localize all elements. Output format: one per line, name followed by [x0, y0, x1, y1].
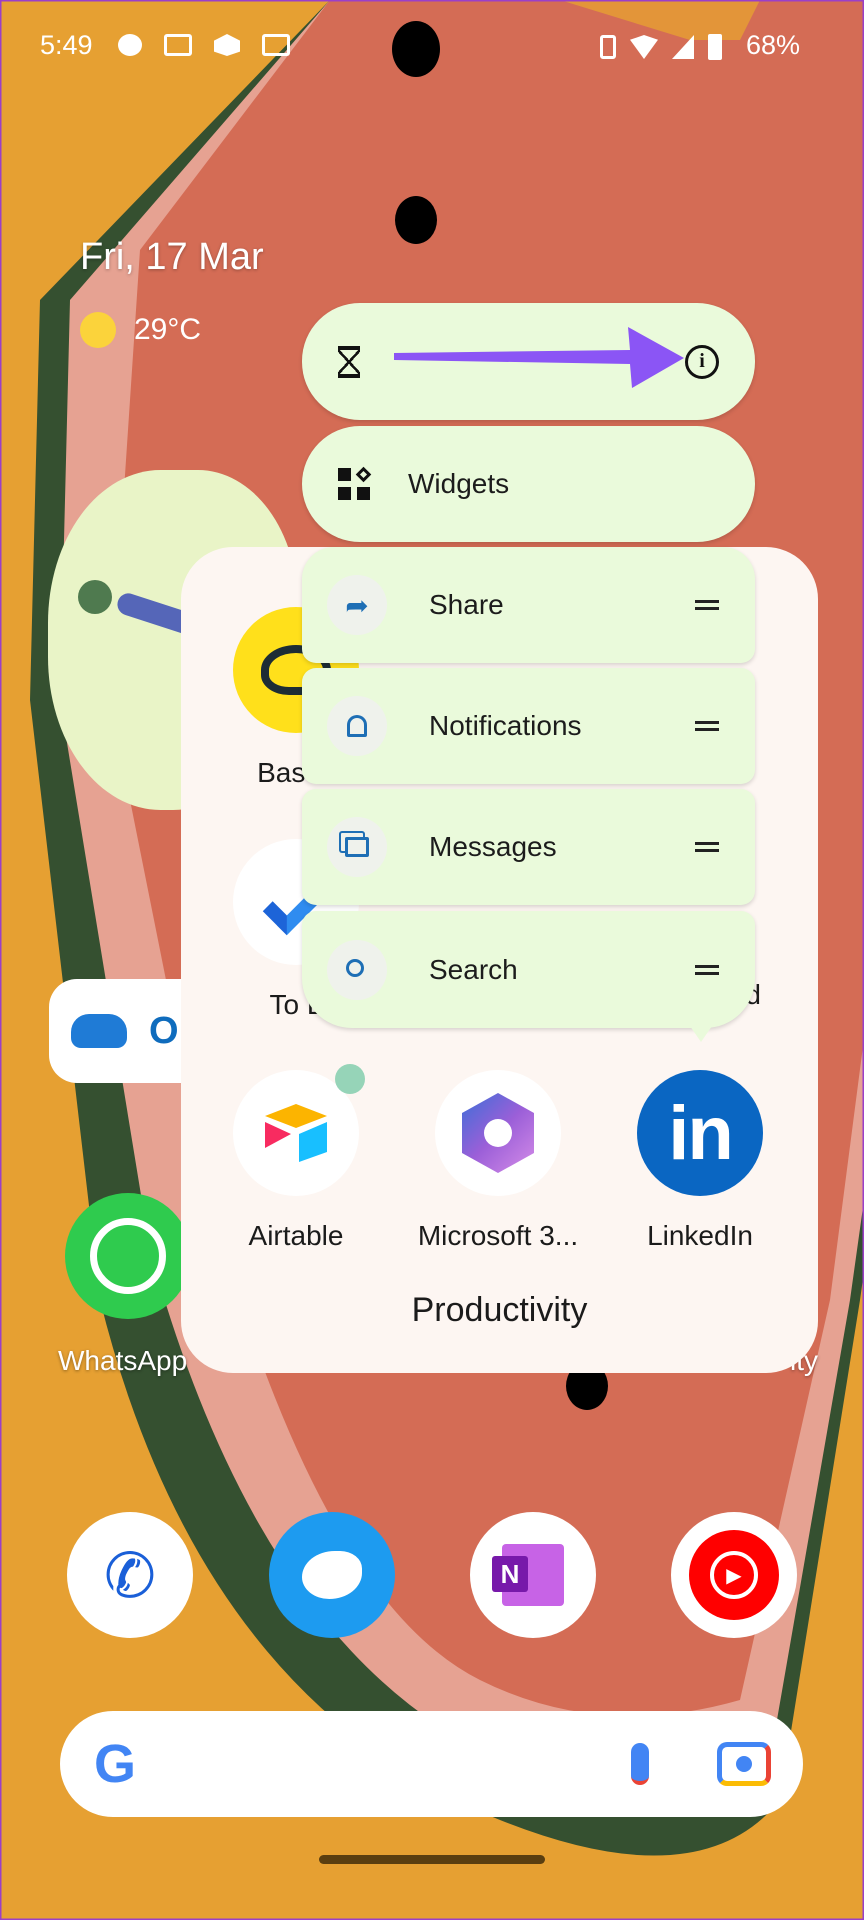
weather[interactable]: 29°C	[80, 312, 201, 348]
lens-camera-icon[interactable]	[717, 1742, 771, 1786]
app-airtable[interactable]: Airtable	[206, 1064, 386, 1252]
google-search-bar[interactable]: G	[60, 1711, 803, 1817]
app-microsoft-365[interactable]: Microsoft 3...	[408, 1070, 588, 1252]
search-icon	[327, 939, 387, 1000]
airtable-icon	[214, 34, 240, 56]
vibrate-icon	[600, 35, 616, 59]
app-label: Microsoft 3...	[417, 1220, 579, 1251]
widgets-label: Widgets	[408, 468, 510, 499]
shortcut-share[interactable]: ➦ Share	[302, 547, 755, 663]
app-label: Airtable	[248, 1220, 344, 1251]
outlook-icon	[164, 34, 192, 56]
system-icons	[600, 34, 722, 60]
app-label: LinkedIn	[647, 1220, 753, 1251]
new-badge	[335, 1064, 365, 1094]
status-time: 5:49	[40, 30, 93, 60]
notification-icons	[118, 34, 290, 56]
dock-youtube-music[interactable]: ▶	[671, 1512, 797, 1638]
battery-icon	[708, 34, 722, 60]
shortcut-label: Search	[429, 953, 518, 985]
whatsapp-icon	[90, 1218, 166, 1294]
dock-twitter[interactable]	[269, 1512, 395, 1638]
shortcut-label: Notifications	[429, 710, 582, 741]
clock-dot	[78, 580, 112, 614]
sun-icon	[80, 312, 116, 348]
shortcut-notifications[interactable]: Notifications	[302, 668, 755, 784]
onenote-icon: N	[492, 1544, 564, 1606]
drag-handle-icon[interactable]	[695, 842, 719, 852]
drag-handle-icon[interactable]	[695, 964, 719, 975]
shortcut-label: Share	[429, 589, 504, 620]
drag-handle-icon[interactable]	[695, 721, 719, 731]
phone-icon: ✆	[104, 1541, 156, 1611]
share-icon: ➦	[327, 575, 387, 635]
app-linkedin[interactable]: in LinkedIn	[610, 1070, 790, 1252]
shortcut-search[interactable]: Search	[302, 911, 755, 1028]
shortcut-label: Messages	[429, 831, 557, 862]
linkedin-icon: in	[637, 1070, 763, 1196]
chat-bubble-icon	[118, 34, 142, 56]
seed	[395, 196, 437, 244]
onedrive-label: O	[149, 1009, 179, 1052]
temperature: 29°C	[134, 313, 202, 346]
wifi-icon	[630, 35, 658, 59]
whatsapp-label: WhatsApp	[58, 1345, 188, 1376]
signal-icon	[672, 35, 694, 59]
seed	[392, 21, 440, 77]
airtable-icon	[233, 1064, 365, 1196]
microsoft-365-icon	[435, 1070, 561, 1196]
outlook-icon	[262, 34, 290, 56]
annotation-arrow	[394, 327, 684, 388]
shortcut-messages[interactable]: Messages	[302, 789, 755, 905]
widgets-icon	[338, 466, 372, 500]
messages-icon	[327, 817, 387, 877]
at-a-glance-date[interactable]: Fri, 17 Mar	[80, 236, 264, 279]
google-g-icon: G	[94, 1734, 137, 1794]
folder-name[interactable]: Productivity	[181, 1291, 818, 1330]
dock-phone[interactable]: ✆	[67, 1512, 193, 1638]
youtube-music-icon: ▶	[689, 1530, 779, 1620]
drag-handle-icon[interactable]	[695, 600, 719, 610]
gesture-nav-handle[interactable]	[319, 1855, 545, 1864]
widgets-button[interactable]: Widgets	[302, 426, 755, 542]
mic-icon[interactable]	[631, 1743, 649, 1785]
dock-onenote[interactable]: N	[470, 1512, 596, 1638]
whatsapp-app[interactable]	[65, 1193, 191, 1319]
onedrive-cloud-icon	[71, 1014, 127, 1048]
battery-percent: 68%	[746, 30, 801, 60]
twitter-icon	[302, 1551, 362, 1599]
bell-icon	[327, 696, 387, 756]
hourglass-icon[interactable]	[338, 345, 360, 378]
